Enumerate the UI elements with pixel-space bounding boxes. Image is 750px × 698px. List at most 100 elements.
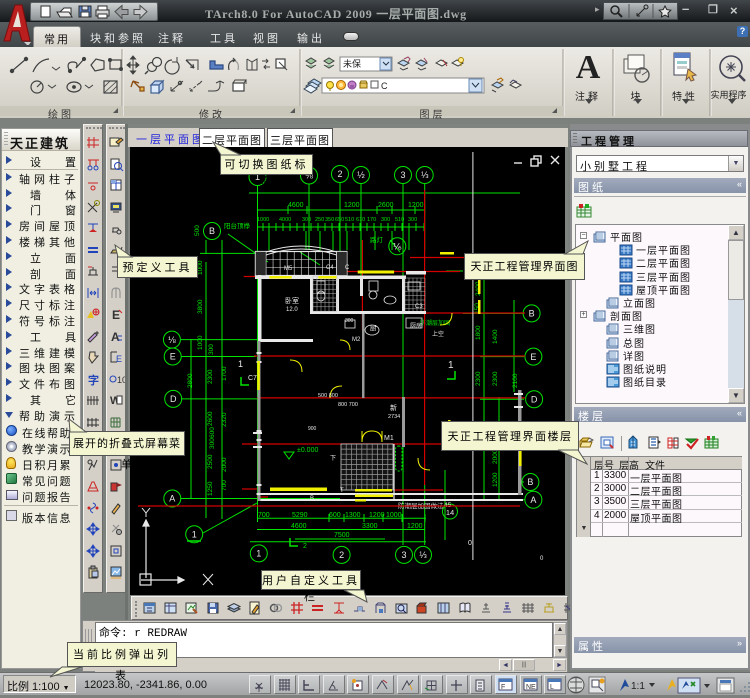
svg-text:12.0: 12.0 xyxy=(286,307,298,313)
svg-text:1000: 1000 xyxy=(386,512,402,519)
svg-text:510: 510 xyxy=(345,217,354,223)
svg-text:2500: 2500 xyxy=(207,454,214,469)
svg-text:E: E xyxy=(530,352,536,362)
svg-text:⅛: ⅛ xyxy=(168,335,176,345)
svg-text:7500: 7500 xyxy=(334,532,350,539)
svg-text:1300: 1300 xyxy=(345,512,361,519)
svg-text:D: D xyxy=(531,394,538,404)
svg-text:300: 300 xyxy=(208,344,215,355)
svg-text:300: 300 xyxy=(302,217,311,223)
svg-text:⅓: ⅓ xyxy=(419,550,427,560)
svg-text:1000: 1000 xyxy=(257,217,269,223)
svg-text:新: 新 xyxy=(390,403,397,412)
svg-text:2600: 2600 xyxy=(207,411,214,426)
svg-text:A: A xyxy=(111,330,120,344)
svg-text:3800: 3800 xyxy=(197,299,204,314)
svg-text:E: E xyxy=(170,352,176,362)
svg-text:路灯: 路灯 xyxy=(370,235,384,244)
svg-text:5290: 5290 xyxy=(292,512,308,519)
svg-text:2300: 2300 xyxy=(492,371,499,386)
svg-text:500: 500 xyxy=(194,225,201,236)
svg-text:½: ½ xyxy=(357,170,365,180)
svg-text:350: 350 xyxy=(325,217,334,223)
svg-text:2734: 2734 xyxy=(388,414,400,420)
svg-text:1800: 1800 xyxy=(475,325,482,340)
svg-text:B: B xyxy=(209,226,215,236)
svg-text:未保: 未保 xyxy=(343,58,361,69)
svg-text:800 700: 800 700 xyxy=(338,402,358,408)
svg-text:600: 600 xyxy=(329,512,341,519)
svg-text:1: 1 xyxy=(448,360,454,371)
svg-text:A: A xyxy=(530,495,536,505)
svg-text:T: T xyxy=(340,488,344,494)
svg-text:4600: 4600 xyxy=(291,523,307,530)
svg-text:L: L xyxy=(550,684,554,691)
svg-text:650: 650 xyxy=(335,217,344,223)
svg-text:M2: M2 xyxy=(352,337,361,343)
svg-text:C: C xyxy=(345,265,350,271)
svg-text:C7: C7 xyxy=(248,375,257,382)
svg-text:上空: 上空 xyxy=(432,330,444,338)
svg-text:E: E xyxy=(116,354,122,364)
svg-text:4600: 4600 xyxy=(288,202,304,209)
svg-text:3300: 3300 xyxy=(362,523,378,530)
svg-text:2300: 2300 xyxy=(475,371,482,386)
svg-text:B: B xyxy=(527,477,533,487)
svg-text:14: 14 xyxy=(446,508,454,517)
svg-text:1: 1 xyxy=(256,549,261,559)
svg-text:1200: 1200 xyxy=(492,472,499,487)
svg-text:1: 1 xyxy=(238,359,243,369)
svg-text:700: 700 xyxy=(258,512,270,519)
svg-text:M1: M1 xyxy=(384,435,394,442)
svg-text:700: 700 xyxy=(221,480,228,491)
svg-text:1700: 1700 xyxy=(221,366,228,381)
svg-text:600: 600 xyxy=(209,427,216,438)
svg-text:⅙: ⅙ xyxy=(393,242,402,252)
svg-text:字: 字 xyxy=(88,373,99,387)
svg-text:下: 下 xyxy=(330,455,336,462)
svg-text:1000: 1000 xyxy=(197,335,204,350)
svg-text:300: 300 xyxy=(345,318,354,324)
svg-text:C3: C3 xyxy=(415,304,423,310)
svg-text:A: A xyxy=(169,494,175,504)
svg-text:2600: 2600 xyxy=(378,202,394,209)
svg-text:D: D xyxy=(170,394,177,404)
svg-text:4000: 4000 xyxy=(279,217,291,223)
svg-text:2: 2 xyxy=(337,169,342,179)
svg-text:500 800: 500 800 xyxy=(318,393,338,399)
svg-text:2000: 2000 xyxy=(221,457,228,472)
svg-text:300: 300 xyxy=(209,438,216,449)
svg-text:C: C xyxy=(381,81,388,91)
svg-text:2300: 2300 xyxy=(207,369,214,384)
svg-text:1400: 1400 xyxy=(492,329,499,344)
svg-text:厨房: 厨房 xyxy=(410,322,422,330)
svg-text:±0.000: ±0.000 xyxy=(297,447,318,454)
svg-text:3: 3 xyxy=(401,550,406,560)
svg-text:1200: 1200 xyxy=(369,512,385,519)
svg-text:厨: 厨 xyxy=(370,324,377,332)
svg-text:2: 2 xyxy=(303,543,307,550)
svg-text:0: 0 xyxy=(468,540,472,547)
svg-text:610: 610 xyxy=(356,217,365,223)
svg-text:170: 170 xyxy=(367,217,376,223)
svg-text:B: B xyxy=(529,309,535,319)
svg-text:F: F xyxy=(501,684,505,691)
svg-text:1: 1 xyxy=(192,530,197,540)
svg-text:B: B xyxy=(310,496,314,502)
svg-text:1200: 1200 xyxy=(344,202,360,209)
svg-text:510: 510 xyxy=(395,217,404,223)
svg-text:2: 2 xyxy=(339,550,344,560)
svg-text:300: 300 xyxy=(408,217,417,223)
svg-text:1:1: 1:1 xyxy=(631,681,645,692)
svg-text:1200: 1200 xyxy=(407,523,423,530)
svg-text:⅓: ⅓ xyxy=(421,170,429,180)
svg-text:E: E xyxy=(112,308,120,322)
svg-text:卧室: 卧室 xyxy=(285,296,299,305)
svg-text:2000: 2000 xyxy=(492,449,499,464)
svg-text:NE: NE xyxy=(526,684,536,691)
svg-text:C4: C4 xyxy=(326,265,334,271)
svg-text:M5: M5 xyxy=(284,266,293,272)
svg-text:250: 250 xyxy=(315,217,324,223)
svg-text:10: 10 xyxy=(117,375,125,385)
svg-text:1250: 1250 xyxy=(207,481,214,496)
